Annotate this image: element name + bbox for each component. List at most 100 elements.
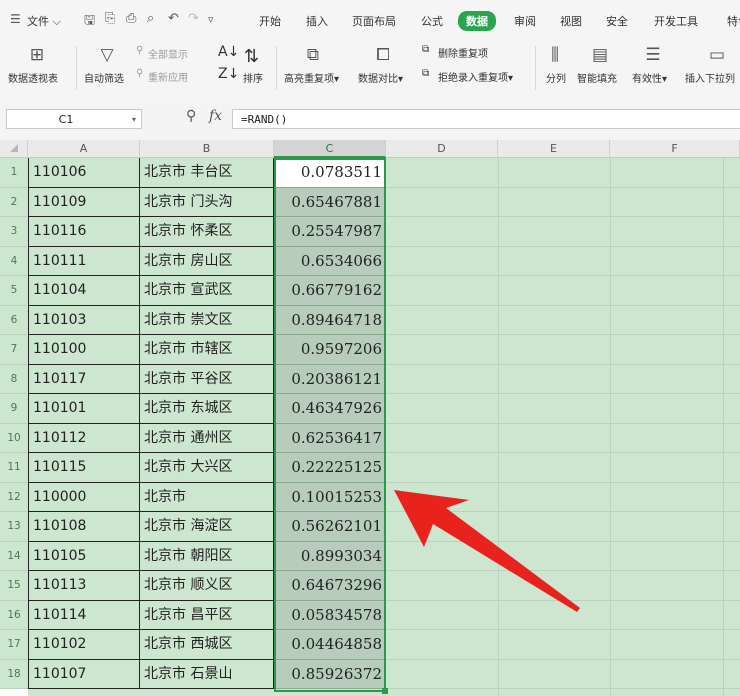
cell-b[interactable]: 北京市 xyxy=(140,482,274,512)
column-header-d[interactable]: D xyxy=(386,140,498,158)
tab-special[interactable]: 特色 xyxy=(727,13,740,29)
cell-a[interactable]: 110107 xyxy=(28,659,140,689)
tab-view[interactable]: 视图 xyxy=(560,13,582,29)
cell-a[interactable]: 110116 xyxy=(28,217,140,247)
row-header[interactable]: 1 xyxy=(0,158,28,188)
cell-c[interactable]: 0.25547987 xyxy=(274,217,386,247)
cell-b[interactable]: 北京市 丰台区 xyxy=(140,158,274,188)
cell-a[interactable]: 110112 xyxy=(28,423,140,453)
tab-developer[interactable]: 开发工具 xyxy=(654,13,698,29)
cell-c[interactable]: 0.05834578 xyxy=(274,600,386,630)
cell-b[interactable]: 北京市 石景山 xyxy=(140,659,274,689)
tab-security[interactable]: 安全 xyxy=(606,13,628,29)
row-header[interactable]: 12 xyxy=(0,482,28,512)
cell-b[interactable]: 北京市 海淀区 xyxy=(140,512,274,542)
cell-c[interactable]: 0.56262101 xyxy=(274,512,386,542)
row-header[interactable]: 11 xyxy=(0,453,28,483)
validity-icon[interactable]: ☰ xyxy=(642,44,664,66)
cell-c[interactable]: 0.10015253 xyxy=(274,482,386,512)
tab-home[interactable]: 开始 xyxy=(259,13,281,29)
cell-a[interactable]: 110106 xyxy=(28,158,140,188)
cell-a[interactable]: 110102 xyxy=(28,630,140,660)
hamburger-icon[interactable]: ☰ xyxy=(10,12,21,26)
pivot-table-button[interactable]: 数据透视表 xyxy=(8,70,58,85)
cell-a[interactable]: 110113 xyxy=(28,571,140,601)
column-header-c[interactable]: C xyxy=(274,140,386,158)
row-header[interactable]: 7 xyxy=(0,335,28,365)
sort-descending-icon[interactable]: Z↓ xyxy=(218,66,239,82)
pivot-table-icon[interactable]: ⊞ xyxy=(26,44,48,66)
row-header[interactable]: 17 xyxy=(0,630,28,660)
cell-b[interactable]: 北京市 昌平区 xyxy=(140,600,274,630)
cell-b[interactable]: 北京市 市辖区 xyxy=(140,335,274,365)
cell-c[interactable]: 0.89464718 xyxy=(274,305,386,335)
cell-a[interactable]: 110109 xyxy=(28,187,140,217)
cell-b[interactable]: 北京市 顺义区 xyxy=(140,571,274,601)
tab-insert[interactable]: 插入 xyxy=(306,13,328,29)
print-icon[interactable]: ⎙ xyxy=(126,11,136,26)
remove-duplicates-button[interactable]: 删除重复项 xyxy=(438,45,488,60)
validity-button[interactable]: 有效性▾ xyxy=(632,70,667,85)
cell-c[interactable]: 0.9597206 xyxy=(274,335,386,365)
highlight-duplicates-button[interactable]: 高亮重复项▾ xyxy=(284,70,339,85)
row-header[interactable]: 16 xyxy=(0,600,28,630)
print-preview-icon[interactable]: ⌕ xyxy=(147,11,154,26)
column-header-b[interactable]: B xyxy=(140,140,274,158)
name-box[interactable]: C1 ▾ xyxy=(6,109,142,129)
split-column-button[interactable]: 分列 xyxy=(546,70,566,85)
highlight-duplicates-icon[interactable]: ⧉ xyxy=(302,44,324,66)
cell-c[interactable]: 0.22225125 xyxy=(274,453,386,483)
tab-review[interactable]: 审阅 xyxy=(514,13,536,29)
row-header[interactable]: 18 xyxy=(0,659,28,689)
cell-b[interactable]: 北京市 平谷区 xyxy=(140,364,274,394)
flash-fill-icon[interactable]: ▤ xyxy=(589,44,611,66)
flash-fill-button[interactable]: 智能填充 xyxy=(577,70,617,85)
row-header[interactable]: 4 xyxy=(0,246,28,276)
cell-a[interactable]: 110114 xyxy=(28,600,140,630)
row-header[interactable]: 9 xyxy=(0,394,28,424)
undo-icon[interactable]: ↶ xyxy=(168,11,179,26)
select-all-corner[interactable] xyxy=(0,140,28,158)
cell-a[interactable]: 110111 xyxy=(28,246,140,276)
cell-a[interactable]: 110115 xyxy=(28,453,140,483)
chevron-down-icon[interactable]: ▾ xyxy=(132,110,136,130)
cell-a[interactable]: 110100 xyxy=(28,335,140,365)
data-compare-button[interactable]: 数据对比▾ xyxy=(358,70,403,85)
column-header-e[interactable]: E xyxy=(498,140,610,158)
cell-a[interactable]: 110103 xyxy=(28,305,140,335)
row-header[interactable]: 13 xyxy=(0,512,28,542)
file-menu[interactable]: 文件 ⌵ xyxy=(27,13,61,29)
cell-b[interactable]: 北京市 崇文区 xyxy=(140,305,274,335)
tab-data[interactable]: 数据 xyxy=(458,11,496,31)
sort-ascending-icon[interactable]: A↓ xyxy=(218,44,239,60)
row-header[interactable]: 2 xyxy=(0,187,28,217)
cell-c[interactable]: 0.65467881 xyxy=(274,187,386,217)
sort-icon[interactable]: ⇅ xyxy=(244,46,259,67)
cell-a[interactable]: 110104 xyxy=(28,276,140,306)
cell-b[interactable]: 北京市 门头沟 xyxy=(140,187,274,217)
row-header[interactable]: 10 xyxy=(0,423,28,453)
row-header[interactable]: 15 xyxy=(0,571,28,601)
column-header-a[interactable]: A xyxy=(28,140,140,158)
sort-button[interactable]: 排序 xyxy=(243,70,263,85)
row-header[interactable]: 14 xyxy=(0,541,28,571)
row-header[interactable]: 3 xyxy=(0,217,28,247)
save-icon[interactable]: 🖫 xyxy=(84,11,95,33)
show-all-button[interactable]: 全部显示 xyxy=(148,46,188,61)
reapply-button[interactable]: 重新应用 xyxy=(148,69,188,84)
cell-c[interactable]: 0.0783511 xyxy=(274,158,386,188)
cell-b[interactable]: 北京市 西城区 xyxy=(140,630,274,660)
function-icon[interactable]: fx xyxy=(209,108,222,124)
zoom-icon[interactable]: ⚲ xyxy=(186,108,196,124)
auto-filter-button[interactable]: 自动筛选 xyxy=(84,70,124,85)
cell-b[interactable]: 北京市 通州区 xyxy=(140,423,274,453)
cell-a[interactable]: 110105 xyxy=(28,541,140,571)
insert-dropdown-button[interactable]: 插入下拉列 xyxy=(685,70,735,85)
cell-c[interactable]: 0.6534066 xyxy=(274,246,386,276)
reject-duplicates-button[interactable]: 拒绝录入重复项▾ xyxy=(438,69,513,84)
tab-page-layout[interactable]: 页面布局 xyxy=(352,13,396,29)
cell-c[interactable]: 0.66779162 xyxy=(274,276,386,306)
cell-b[interactable]: 北京市 房山区 xyxy=(140,246,274,276)
fill-handle[interactable] xyxy=(382,688,388,694)
filter-icon[interactable]: ▽ xyxy=(96,44,118,66)
